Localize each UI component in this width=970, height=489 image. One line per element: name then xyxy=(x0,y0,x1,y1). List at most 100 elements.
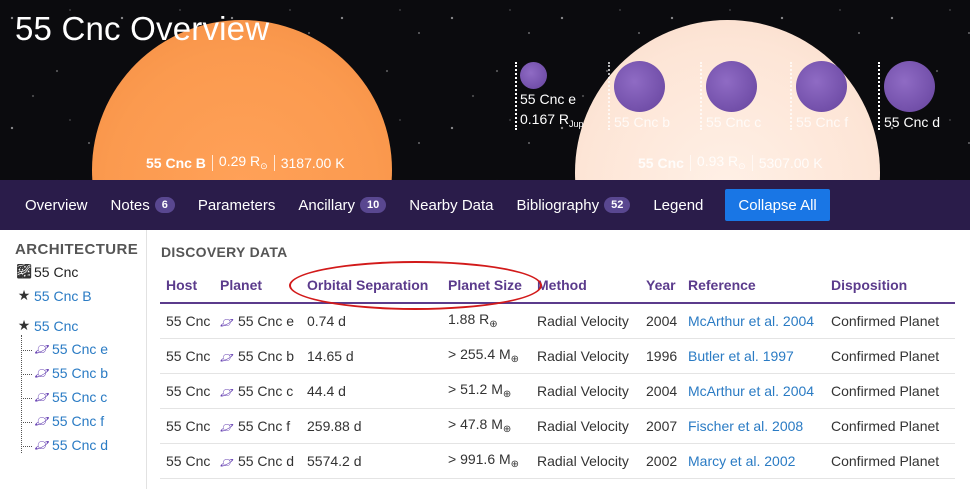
cell-planet-size: > 47.8 M⊕ xyxy=(442,408,531,444)
star-radius: 0.93 R⊙ xyxy=(696,153,746,171)
planet-55-cnc-b-disc[interactable] xyxy=(614,61,665,112)
cell-host: 55 Cnc xyxy=(160,408,214,444)
planet-55-cnc-e-disc[interactable] xyxy=(520,62,547,89)
cell-host: 55 Cnc xyxy=(160,443,214,479)
table-header-row: Host Planet Orbital Separation Planet Si… xyxy=(160,268,955,304)
star-temperature: 5307.00 K xyxy=(758,154,823,171)
nav-overview[interactable]: Overview xyxy=(25,197,88,214)
tree-item-planet-b[interactable]: 🪐︎ 55 Cnc b xyxy=(33,365,108,381)
cell-disposition: Confirmed Planet xyxy=(825,373,955,409)
cell-reference: Marcy et al. 2002 xyxy=(682,443,825,479)
reference-link[interactable]: McArthur et al. 2004 xyxy=(688,383,814,399)
column-header-host[interactable]: Host xyxy=(160,268,214,304)
tree-item-star-a[interactable]: ★ 55 Cnc xyxy=(15,317,79,334)
planet-55-cnc-b-label: 55 Cnc b xyxy=(614,114,671,130)
tree-item-planet-f[interactable]: 🪐︎ 55 Cnc f xyxy=(33,413,104,429)
cell-planet-size: > 255.4 M⊕ xyxy=(442,338,531,374)
page-title: 55 Cnc Overview xyxy=(15,10,270,47)
system-overview-hero: 55 Cnc Overview 55 Cnc B 0.29 R⊙ 3187.00… xyxy=(0,0,970,180)
star-icon: ★ xyxy=(17,317,31,333)
cell-year: 1996 xyxy=(640,338,682,374)
cell-disposition: Confirmed Planet xyxy=(825,303,955,339)
planet-55-cnc-f-disc[interactable] xyxy=(796,61,847,112)
star-radius: 0.29 R⊙ xyxy=(218,153,268,171)
planet-marker-line xyxy=(878,62,880,130)
planet-55-cnc-f-label: 55 Cnc f xyxy=(796,114,849,130)
star-55-cnc-label: 55 Cnc 0.93 R⊙ 5307.00 K xyxy=(638,153,823,172)
cell-method: Radial Velocity xyxy=(531,338,640,374)
cell-planet: 🪐︎ 55 Cnc b xyxy=(214,338,301,374)
planet-marker-line xyxy=(790,62,792,130)
planet-55-cnc-c-label: 55 Cnc c xyxy=(706,114,762,130)
cell-disposition: Confirmed Planet xyxy=(825,443,955,479)
cell-orbital-separation: 259.88 d xyxy=(301,408,442,444)
tree-item-planet-e[interactable]: 🪐︎ 55 Cnc e xyxy=(33,341,108,357)
cell-reference: McArthur et al. 2004 xyxy=(682,373,825,409)
planet-icon: 🪐︎ xyxy=(34,342,50,356)
count-badge: 52 xyxy=(604,197,631,213)
column-header-planet-size[interactable]: Planet Size xyxy=(442,268,531,304)
cell-disposition: Confirmed Planet xyxy=(825,408,955,444)
cell-method: Radial Velocity xyxy=(531,443,640,479)
nav-bibliography[interactable]: Bibliography 52 xyxy=(517,197,631,214)
column-header-year[interactable]: Year xyxy=(640,268,682,304)
column-header-planet[interactable]: Planet xyxy=(214,268,301,304)
cell-method: Radial Velocity xyxy=(531,373,640,409)
planet-55-cnc-c-disc[interactable] xyxy=(706,61,757,112)
cell-planet: 🪐︎ 55 Cnc c xyxy=(214,373,301,409)
star-name: 55 Cnc B xyxy=(146,154,206,171)
cell-year: 2004 xyxy=(640,373,682,409)
star-icon: ★ xyxy=(17,287,31,303)
planet-icon: 🪐︎ xyxy=(220,421,234,434)
discovery-data-table: Host Planet Orbital Separation Planet Si… xyxy=(160,268,955,479)
nav-nearby-data[interactable]: Nearby Data xyxy=(409,197,493,214)
reference-link[interactable]: Butler et al. 1997 xyxy=(688,348,794,364)
planet-55-cnc-d-disc[interactable] xyxy=(884,61,935,112)
planet-icon: 🪐︎ xyxy=(220,456,234,469)
cell-year: 2002 xyxy=(640,443,682,479)
cell-reference: McArthur et al. 2004 xyxy=(682,303,825,339)
nav-parameters[interactable]: Parameters xyxy=(198,197,276,214)
reference-link[interactable]: Marcy et al. 2002 xyxy=(688,453,795,469)
cell-host: 55 Cnc xyxy=(160,373,214,409)
table-row: 55 Cnc 🪐︎ 55 Cnc d 5574.2 d > 991.6 M⊕ Ra… xyxy=(160,443,955,479)
planet-icon: 🪐︎ xyxy=(34,366,50,380)
reference-link[interactable]: Fischer et al. 2008 xyxy=(688,418,803,434)
planet-55-cnc-e-label: 55 Cnc e xyxy=(520,91,577,107)
reference-link[interactable]: McArthur et al. 2004 xyxy=(688,313,814,329)
tree-item-system[interactable]: 🌌︎ 55 Cnc xyxy=(15,263,78,280)
planet-marker-line xyxy=(608,62,610,130)
star-name: 55 Cnc xyxy=(638,154,684,171)
planet-icon: 🪐︎ xyxy=(34,390,50,404)
count-badge: 6 xyxy=(154,197,175,213)
column-header-disposition[interactable]: Disposition xyxy=(825,268,955,304)
planet-icon: 🪐︎ xyxy=(34,438,50,452)
section-nav-bar: Overview Notes 6 Parameters Ancillary 10 N… xyxy=(0,180,970,230)
cell-orbital-separation: 14.65 d xyxy=(301,338,442,374)
cell-method: Radial Velocity xyxy=(531,408,640,444)
nav-ancillary[interactable]: Ancillary 10 xyxy=(298,197,387,214)
cell-disposition: Confirmed Planet xyxy=(825,338,955,374)
tree-item-planet-c[interactable]: 🪐︎ 55 Cnc c xyxy=(33,389,107,405)
tree-item-planet-d[interactable]: 🪐︎ 55 Cnc d xyxy=(33,437,108,453)
tree-connector xyxy=(21,335,22,453)
collapse-all-button[interactable]: Collapse All xyxy=(725,189,830,221)
tree-item-star-b[interactable]: ★ 55 Cnc B xyxy=(15,287,92,304)
planet-icon: 🪐︎ xyxy=(34,414,50,428)
cell-planet: 🪐︎ 55 Cnc e xyxy=(214,303,301,339)
table-row: 55 Cnc 🪐︎ 55 Cnc c 44.4 d > 51.2 M⊕ Radia… xyxy=(160,373,955,409)
cell-year: 2004 xyxy=(640,303,682,339)
column-header-reference[interactable]: Reference xyxy=(682,268,825,304)
count-badge: 10 xyxy=(360,197,387,213)
nav-legend[interactable]: Legend xyxy=(653,197,703,214)
star-temperature: 3187.00 K xyxy=(280,154,345,171)
cell-year: 2007 xyxy=(640,408,682,444)
cell-orbital-separation: 44.4 d xyxy=(301,373,442,409)
planet-marker-line xyxy=(700,62,702,130)
cell-host: 55 Cnc xyxy=(160,303,214,339)
column-header-orbital-separation[interactable]: Orbital Separation xyxy=(301,268,442,304)
planet-icon: 🪐︎ xyxy=(220,316,234,329)
nav-notes[interactable]: Notes 6 xyxy=(111,197,175,214)
architecture-sidebar: ARCHITECTURE 🌌︎ 55 Cnc ★ 55 Cnc B ★ 55 C… xyxy=(0,230,147,489)
column-header-method[interactable]: Method xyxy=(531,268,640,304)
